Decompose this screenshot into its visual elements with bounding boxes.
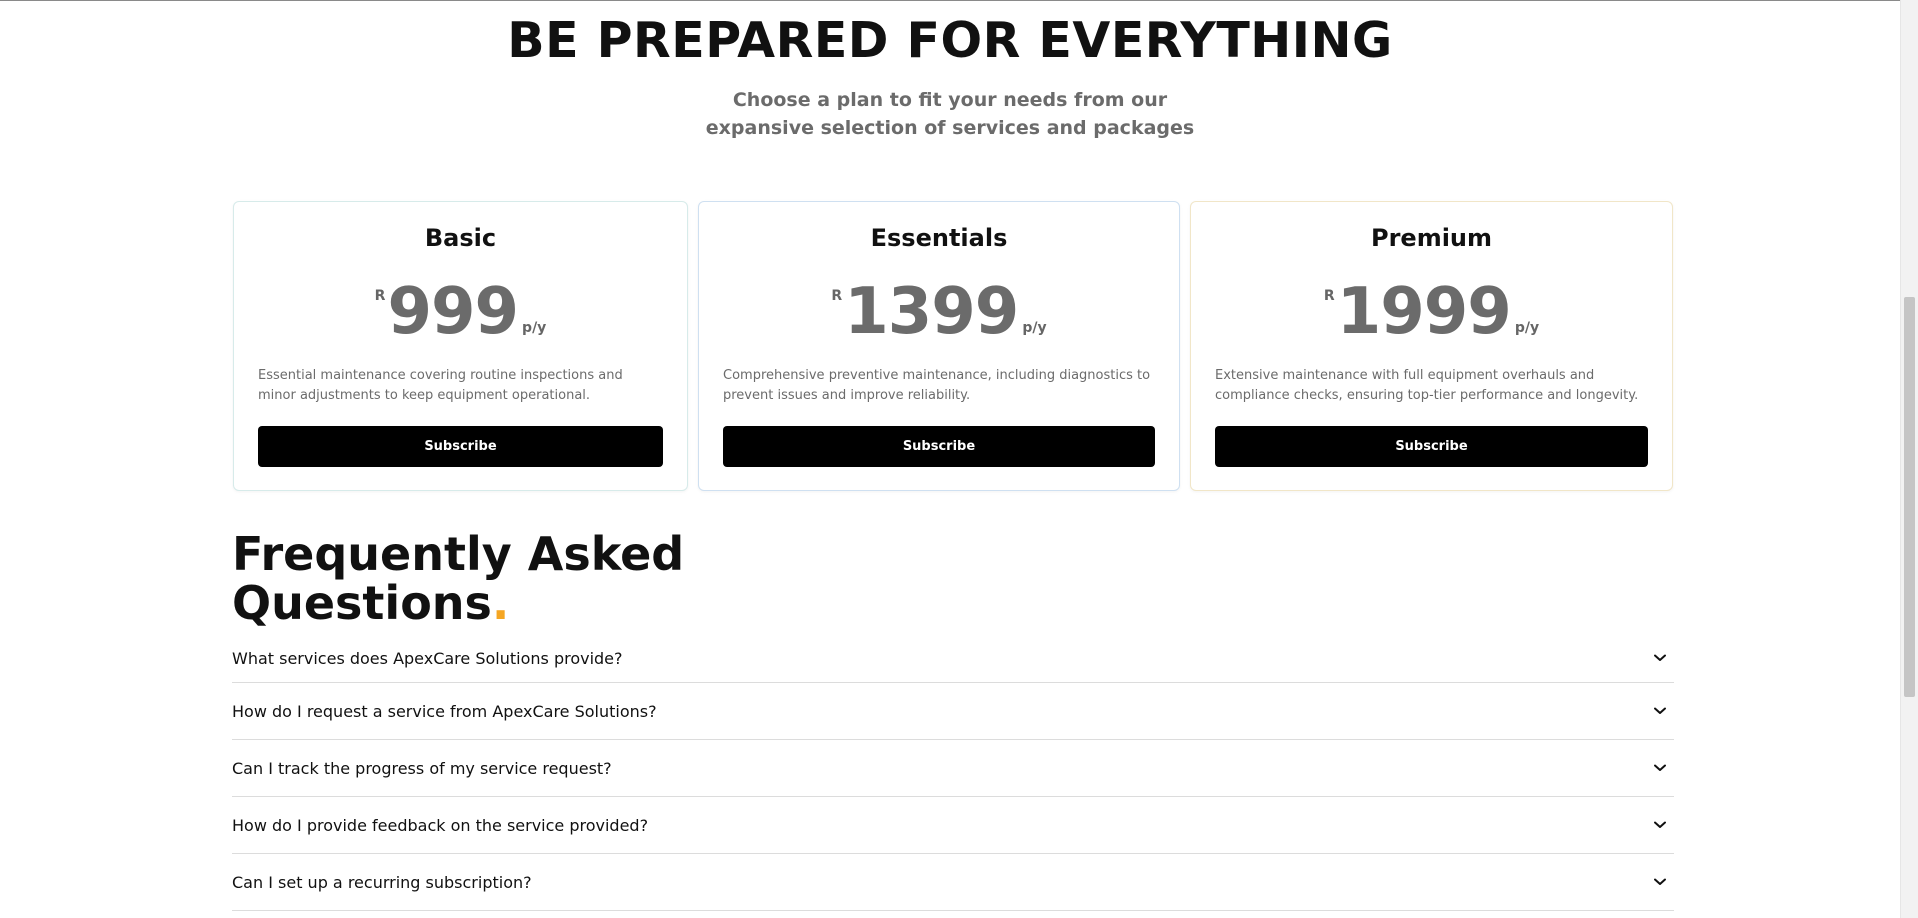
plan-price: R 1999 p/y [1191,280,1672,344]
faq-title-dot: . [491,576,510,630]
plan-name: Basic [424,224,497,252]
faq-question: Can I track the progress of my service r… [232,758,612,778]
plan-price: R 999 p/y [234,280,687,344]
plan-name: Premium [1370,224,1493,252]
faq-item[interactable]: How do I provide feedback on the service… [232,797,1674,854]
price-amount: 1999 [1336,275,1512,349]
price-amount: 1399 [844,275,1019,349]
price-period: p/y [1514,320,1540,336]
faq-title: Frequently Asked Questions. [232,530,832,628]
faq-title-line1: Frequently Asked [232,527,685,581]
chevron-down-icon[interactable] [1652,650,1668,666]
price-period: p/y [522,320,547,336]
plan-description: Extensive maintenance with full equipmen… [1215,368,1639,403]
faq-item[interactable]: Can I track the progress of my service r… [232,740,1674,797]
price-currency: R [374,288,386,304]
faq-question: How do I request a service from ApexCare… [232,701,657,721]
subscribe-button-basic[interactable]: Subscribe [258,426,663,467]
faq-question: How do I provide feedback on the service… [232,815,649,835]
faq-item[interactable]: How do I request a service from ApexCare… [232,683,1674,740]
plan-price: R 1399 p/y [699,280,1179,344]
subscribe-button-essentials[interactable]: Subscribe [723,426,1155,467]
scrollbar-thumb[interactable] [1904,297,1915,697]
plan-description: Essential maintenance covering routine i… [258,368,623,403]
chevron-down-icon[interactable] [1652,874,1668,890]
page-content: BE PREPARED FOR EVERYTHING Choose a plan… [0,0,1900,918]
faq-question: Can I set up a recurring subscription? [232,872,532,892]
faq-item[interactable]: Can I set up a recurring subscription? [232,854,1674,911]
vertical-scrollbar[interactable] [1900,0,1918,918]
plan-name: Essentials [870,224,1008,252]
price-currency: R [1323,288,1335,304]
plan-card-essentials: Essentials R 1399 p/y Comprehensive prev… [698,201,1180,491]
chevron-down-icon[interactable] [1652,703,1668,719]
hero-subtitle: Choose a plan to fit your needs from our… [705,89,1195,139]
plan-card-basic: Basic R 999 p/y Essential maintenance co… [233,201,688,491]
price-amount: 999 [387,275,519,349]
faq-question: What services does ApexCare Solutions pr… [232,648,623,668]
chevron-down-icon[interactable] [1652,760,1668,776]
chevron-down-icon[interactable] [1652,817,1668,833]
price-currency: R [831,288,843,304]
hero-title: BE PREPARED FOR EVERYTHING [507,12,1393,69]
faq-item[interactable]: What services does ApexCare Solutions pr… [232,634,1674,683]
faq-title-line2: Questions [232,576,492,630]
faq-list: What services does ApexCare Solutions pr… [232,634,1674,911]
price-period: p/y [1022,320,1047,336]
plan-description: Comprehensive preventive maintenance, in… [723,368,1151,403]
subscribe-button-premium[interactable]: Subscribe [1215,426,1648,467]
plan-card-premium: Premium R 1999 p/y Extensive maintenance… [1190,201,1673,491]
